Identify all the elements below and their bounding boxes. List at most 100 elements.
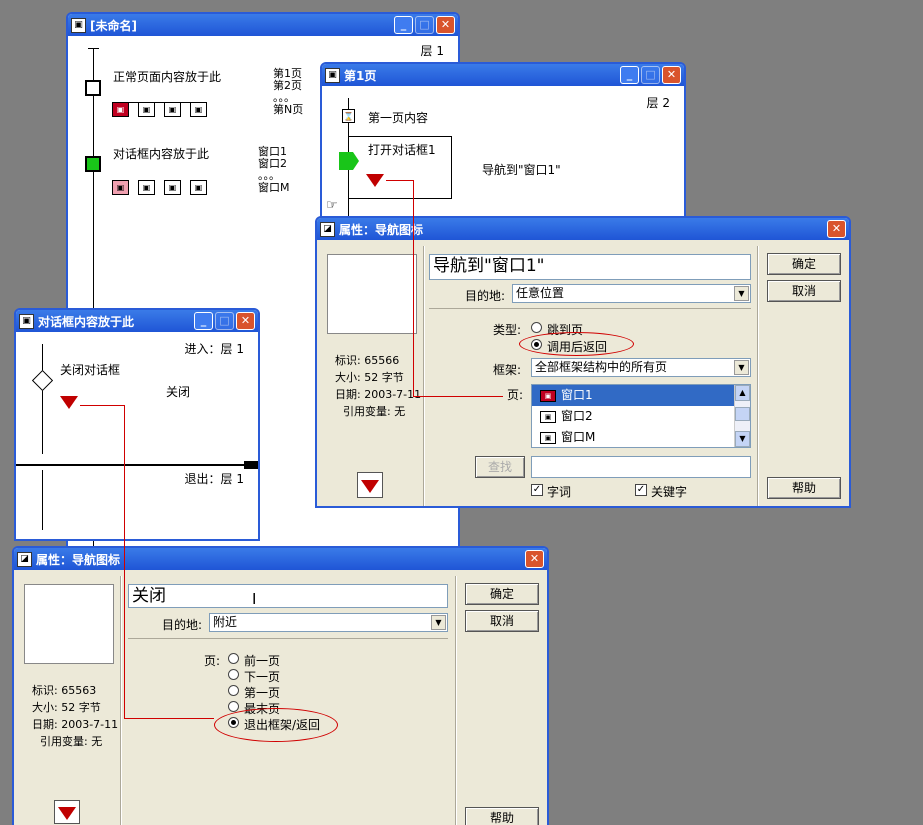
decision-icon[interactable] [31,369,54,392]
navigate-icon[interactable] [366,174,384,187]
annotation-line [386,180,414,181]
flow-node-2: 打开对话框1 [368,143,436,157]
dialog1-title: 属性：导航图标 [339,222,424,237]
scrollbar[interactable]: ▲ ▼ [734,385,750,447]
maximize-button: □ [415,16,434,34]
page1-window: ▣ 第1页 _ □ ✕ 层 2 ⌛ 第一页内容 打开对话框1 导航到"窗口1" … [320,62,686,220]
hand-icon: ☞ [326,198,338,213]
page-label: 页: [507,388,524,402]
ok-button[interactable]: 确定 [465,583,539,605]
nav-icon-preview [357,472,383,498]
page1-titlebar[interactable]: ▣ 第1页 _ □ ✕ [322,64,684,86]
dialog1-titlebar[interactable]: ◪ 属性：导航图标 ✕ [317,218,849,240]
page-icon: ▣ [540,431,556,444]
window-icon-1[interactable]: ▣ [112,180,129,195]
exit-level: 退出：层 1 [184,472,244,486]
close-button[interactable]: ✕ [662,66,681,84]
radio-jump-to-page[interactable] [531,322,542,333]
radio-first-label: 第一页 [244,686,281,700]
nav-label: 关闭 [166,385,191,399]
framework-icon-pages[interactable] [85,80,101,96]
checkbox-keyword[interactable]: ✓ [635,484,647,496]
close-button[interactable]: ✕ [525,550,544,568]
window-icon: ▣ [19,313,34,329]
minimize-button[interactable]: _ [620,66,639,84]
main-window-title: [未命名] [90,18,137,33]
nav-icon: ◪ [17,551,32,567]
checkbox-word[interactable]: ✓ [531,484,543,496]
flow-node-close-dialog: 关闭对话框 [60,363,121,377]
close-button[interactable]: ✕ [436,16,455,34]
flow-node-1: 第一页内容 [368,111,429,125]
window-icon: ▣ [325,67,340,83]
nav-icon: ◪ [320,221,335,237]
page-label: 页: [204,654,221,668]
annotation-line [413,396,503,397]
radio-first-page[interactable] [228,685,239,696]
checkbox-word-label: 字词 [547,485,572,499]
nav-icon-preview [54,800,80,824]
icon-name-field[interactable]: 导航到"窗口1" [429,254,751,280]
maximize-button: □ [641,66,660,84]
radio-prev-label: 前一页 [244,654,281,668]
annotation-line [80,405,125,406]
page-icon-3[interactable]: ▣ [164,102,181,117]
page-icon-1[interactable]: ▣ [112,102,129,117]
framework-label-pages: 正常页面内容放于此 [113,70,222,84]
page-icon-2[interactable]: ▣ [138,102,155,117]
interaction-icon[interactable] [339,152,359,170]
list-item[interactable]: ▣ 窗口M [532,427,750,447]
dialog2-titlebar[interactable]: ◪ 属性：导航图标 ✕ [14,548,547,570]
close-button[interactable]: ✕ [827,220,846,238]
frame-select[interactable]: 全部框架结构中的所有页 ▼ [531,358,751,377]
navigate-icon[interactable] [60,396,78,409]
dest-label: 目的地: [162,618,203,632]
text-cursor-icon: Ⅰ [252,590,257,608]
preview-box [327,254,417,334]
main-window-titlebar[interactable]: ▣ [未命名] _ □ ✕ [68,14,458,36]
find-input[interactable] [531,456,751,478]
ok-button[interactable]: 确定 [767,253,841,275]
find-button: 查找 [475,456,525,478]
dialog-flow-window: ▣ 对话框内容放于此 _ □ ✕ 进入：层 1 关闭对话框 关闭 退出：层 1 [14,308,260,541]
cancel-button[interactable]: 取消 [465,610,539,632]
maximize-button: □ [215,312,234,330]
icon-name-field[interactable]: 关闭 [128,584,448,608]
nav-label: 导航到"窗口1" [482,163,561,177]
type-label: 类型: [493,323,522,337]
annotation-line [124,405,125,718]
nav-properties-dialog-1: ◪ 属性：导航图标 ✕ 标识: 65566 大小: 52 字节 日期: 2003-7… [315,216,851,508]
display-icon[interactable]: ⌛ [342,109,355,123]
radio-prev-page[interactable] [228,653,239,664]
minimize-button[interactable]: _ [394,16,413,34]
window-icon-4[interactable]: ▣ [190,180,207,195]
dialog-window-titlebar[interactable]: ▣ 对话框内容放于此 _ □ ✕ [16,310,258,332]
radio-last-page[interactable] [228,701,239,712]
help-button[interactable]: 帮助 [465,807,539,825]
icon-info: 标识: 65563 大小: 52 字节 日期: 2003-7-11 引用变量: 无 [32,684,119,748]
destination-select[interactable]: 任意位置 ▼ [512,284,751,303]
radio-next-page[interactable] [228,669,239,680]
nav-properties-dialog-2: ◪ 属性：导航图标 ✕ 标识: 65563 大小: 52 字节 日期: 2003-7… [12,546,549,825]
list-item[interactable]: ▣ 窗口2 [532,406,750,427]
dialog-window-title: 对话框内容放于此 [38,314,135,329]
page-icon-4[interactable]: ▣ [190,102,207,117]
list-item[interactable]: ▣ 窗口1 [532,385,750,406]
page-list[interactable]: ▣ 窗口1 ▣ 窗口2 ▣ 窗口M ▲ ▼ [531,384,751,448]
window-icon-2[interactable]: ▣ [138,180,155,195]
annotation-line [124,718,214,719]
enter-level: 进入：层 1 [184,342,244,356]
preview-box [24,584,114,664]
cancel-button[interactable]: 取消 [767,280,841,302]
window-list: 窗口1 窗口2。。。 窗口M [258,145,290,194]
level-label: 层 1 [420,44,444,58]
help-button[interactable]: 帮助 [767,477,841,499]
close-button[interactable]: ✕ [236,312,255,330]
frame-label: 框架: [493,363,522,377]
minimize-button[interactable]: _ [194,312,213,330]
dialog2-title: 属性：导航图标 [36,552,121,567]
window-icon-3[interactable]: ▣ [164,180,181,195]
window-icon: ▣ [71,17,86,33]
destination-select[interactable]: 附近 ▼ [209,613,448,632]
framework-icon-dialog[interactable] [85,156,101,172]
